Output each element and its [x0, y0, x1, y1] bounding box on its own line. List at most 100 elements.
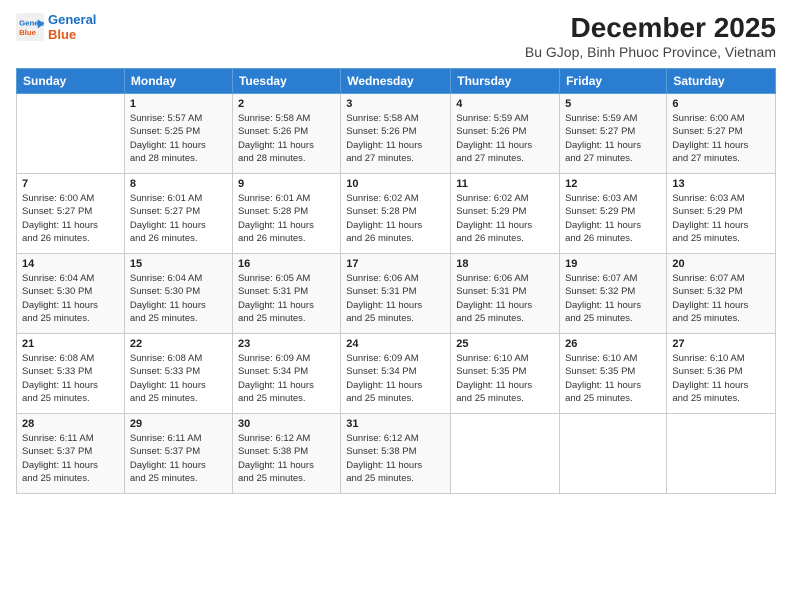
day-number: 12: [565, 178, 661, 190]
day-info: Sunrise: 5:59 AM Sunset: 5:27 PM Dayligh…: [565, 112, 661, 165]
header: General Blue General Blue December 2025 …: [16, 12, 776, 60]
day-info: Sunrise: 6:09 AM Sunset: 5:34 PM Dayligh…: [346, 352, 445, 405]
day-info: Sunrise: 6:04 AM Sunset: 5:30 PM Dayligh…: [22, 272, 119, 325]
calendar-cell: 16 Sunrise: 6:05 AM Sunset: 5:31 PM Dayli…: [232, 254, 340, 334]
calendar-cell: 2Sunrise: 5:58 AM Sunset: 5:26 PM Daylig…: [232, 94, 340, 174]
calendar-cell: 30 Sunrise: 6:12 AM Sunset: 5:38 PM Dayli…: [232, 414, 340, 494]
day-info: Sunrise: 6:12 AM Sunset: 5:38 PM Dayligh…: [238, 432, 335, 485]
calendar-cell: 23Sunrise: 6:09 AM Sunset: 5:34 PM Dayli…: [232, 334, 340, 414]
day-number: 5: [565, 98, 661, 110]
calendar-cell: 24Sunrise: 6:09 AM Sunset: 5:34 PM Dayli…: [341, 334, 451, 414]
calendar-header-tuesday: Tuesday: [232, 69, 340, 94]
day-number: 1: [130, 98, 227, 110]
calendar-cell: 15Sunrise: 6:04 AM Sunset: 5:30 PM Dayli…: [124, 254, 232, 334]
day-number: 7: [22, 178, 119, 190]
day-info: Sunrise: 6:00 AM Sunset: 5:27 PM Dayligh…: [672, 112, 770, 165]
day-number: 15: [130, 258, 227, 270]
day-number: 28: [22, 418, 119, 430]
calendar-cell: [17, 94, 125, 174]
calendar-cell: 8 Sunrise: 6:01 AM Sunset: 5:27 PM Daylig…: [124, 174, 232, 254]
day-number: 8: [130, 178, 227, 190]
day-number: 4: [456, 98, 554, 110]
day-number: 16: [238, 258, 335, 270]
day-info: Sunrise: 6:11 AM Sunset: 5:37 PM Dayligh…: [22, 432, 119, 485]
calendar-cell: 18Sunrise: 6:06 AM Sunset: 5:31 PM Dayli…: [451, 254, 560, 334]
day-number: 21: [22, 338, 119, 350]
calendar-cell: 29 Sunrise: 6:11 AM Sunset: 5:37 PM Dayli…: [124, 414, 232, 494]
calendar-cell: 1 Sunrise: 5:57 AM Sunset: 5:25 PM Daylig…: [124, 94, 232, 174]
calendar-cell: 9 Sunrise: 6:01 AM Sunset: 5:28 PM Daylig…: [232, 174, 340, 254]
calendar-week-2: 7 Sunrise: 6:00 AM Sunset: 5:27 PM Daylig…: [17, 174, 776, 254]
day-number: 31: [346, 418, 445, 430]
day-info: Sunrise: 6:01 AM Sunset: 5:27 PM Dayligh…: [130, 192, 227, 245]
title-block: December 2025 Bu GJop, Binh Phuoc Provin…: [525, 12, 776, 60]
day-number: 3: [346, 98, 445, 110]
calendar: SundayMondayTuesdayWednesdayThursdayFrid…: [16, 68, 776, 494]
day-info: Sunrise: 6:06 AM Sunset: 5:31 PM Dayligh…: [346, 272, 445, 325]
day-info: Sunrise: 6:10 AM Sunset: 5:36 PM Dayligh…: [672, 352, 770, 405]
day-number: 6: [672, 98, 770, 110]
calendar-cell: 31 Sunrise: 6:12 AM Sunset: 5:38 PM Dayli…: [341, 414, 451, 494]
day-info: Sunrise: 6:01 AM Sunset: 5:28 PM Dayligh…: [238, 192, 335, 245]
calendar-header-saturday: Saturday: [667, 69, 776, 94]
calendar-cell: 21 Sunrise: 6:08 AM Sunset: 5:33 PM Dayli…: [17, 334, 125, 414]
day-info: Sunrise: 6:08 AM Sunset: 5:33 PM Dayligh…: [22, 352, 119, 405]
calendar-header-friday: Friday: [560, 69, 667, 94]
calendar-cell: [451, 414, 560, 494]
day-info: Sunrise: 6:06 AM Sunset: 5:31 PM Dayligh…: [456, 272, 554, 325]
day-info: Sunrise: 5:58 AM Sunset: 5:26 PM Dayligh…: [346, 112, 445, 165]
day-info: Sunrise: 6:07 AM Sunset: 5:32 PM Dayligh…: [672, 272, 770, 325]
calendar-week-3: 14 Sunrise: 6:04 AM Sunset: 5:30 PM Dayli…: [17, 254, 776, 334]
day-info: Sunrise: 6:11 AM Sunset: 5:37 PM Dayligh…: [130, 432, 227, 485]
day-info: Sunrise: 5:57 AM Sunset: 5:25 PM Dayligh…: [130, 112, 227, 165]
day-number: 27: [672, 338, 770, 350]
calendar-header-sunday: Sunday: [17, 69, 125, 94]
day-number: 30: [238, 418, 335, 430]
day-info: Sunrise: 6:10 AM Sunset: 5:35 PM Dayligh…: [456, 352, 554, 405]
day-number: 22: [130, 338, 227, 350]
page: General Blue General Blue December 2025 …: [0, 0, 792, 612]
calendar-cell: 10 Sunrise: 6:02 AM Sunset: 5:28 PM Dayli…: [341, 174, 451, 254]
calendar-header-wednesday: Wednesday: [341, 69, 451, 94]
day-info: Sunrise: 6:08 AM Sunset: 5:33 PM Dayligh…: [130, 352, 227, 405]
calendar-week-5: 28 Sunrise: 6:11 AM Sunset: 5:37 PM Dayli…: [17, 414, 776, 494]
day-info: Sunrise: 6:10 AM Sunset: 5:35 PM Dayligh…: [565, 352, 661, 405]
day-number: 2: [238, 98, 335, 110]
day-info: Sunrise: 6:09 AM Sunset: 5:34 PM Dayligh…: [238, 352, 335, 405]
calendar-cell: 19 Sunrise: 6:07 AM Sunset: 5:32 PM Dayli…: [560, 254, 667, 334]
day-info: Sunrise: 6:02 AM Sunset: 5:28 PM Dayligh…: [346, 192, 445, 245]
day-number: 20: [672, 258, 770, 270]
calendar-cell: 13Sunrise: 6:03 AM Sunset: 5:29 PM Dayli…: [667, 174, 776, 254]
day-info: Sunrise: 6:00 AM Sunset: 5:27 PM Dayligh…: [22, 192, 119, 245]
day-info: Sunrise: 6:03 AM Sunset: 5:29 PM Dayligh…: [672, 192, 770, 245]
calendar-cell: 20 Sunrise: 6:07 AM Sunset: 5:32 PM Dayli…: [667, 254, 776, 334]
calendar-cell: 3 Sunrise: 5:58 AM Sunset: 5:26 PM Daylig…: [341, 94, 451, 174]
calendar-cell: 25 Sunrise: 6:10 AM Sunset: 5:35 PM Dayli…: [451, 334, 560, 414]
day-info: Sunrise: 6:05 AM Sunset: 5:31 PM Dayligh…: [238, 272, 335, 325]
calendar-cell: 6 Sunrise: 6:00 AM Sunset: 5:27 PM Daylig…: [667, 94, 776, 174]
day-number: 26: [565, 338, 661, 350]
day-number: 19: [565, 258, 661, 270]
calendar-header-thursday: Thursday: [451, 69, 560, 94]
day-number: 14: [22, 258, 119, 270]
calendar-cell: 27 Sunrise: 6:10 AM Sunset: 5:36 PM Dayli…: [667, 334, 776, 414]
day-number: 9: [238, 178, 335, 190]
calendar-cell: 14 Sunrise: 6:04 AM Sunset: 5:30 PM Dayli…: [17, 254, 125, 334]
calendar-cell: 12Sunrise: 6:03 AM Sunset: 5:29 PM Dayli…: [560, 174, 667, 254]
logo: General Blue General Blue: [16, 12, 96, 42]
calendar-cell: 4Sunrise: 5:59 AM Sunset: 5:26 PM Daylig…: [451, 94, 560, 174]
calendar-cell: 7 Sunrise: 6:00 AM Sunset: 5:27 PM Daylig…: [17, 174, 125, 254]
calendar-cell: 22 Sunrise: 6:08 AM Sunset: 5:33 PM Dayli…: [124, 334, 232, 414]
day-number: 25: [456, 338, 554, 350]
calendar-week-4: 21 Sunrise: 6:08 AM Sunset: 5:33 PM Dayli…: [17, 334, 776, 414]
day-number: 29: [130, 418, 227, 430]
calendar-header-monday: Monday: [124, 69, 232, 94]
svg-text:Blue: Blue: [19, 28, 37, 37]
day-number: 10: [346, 178, 445, 190]
calendar-cell: 28 Sunrise: 6:11 AM Sunset: 5:37 PM Dayli…: [17, 414, 125, 494]
calendar-header-row: SundayMondayTuesdayWednesdayThursdayFrid…: [17, 69, 776, 94]
calendar-cell: [667, 414, 776, 494]
day-info: Sunrise: 6:12 AM Sunset: 5:38 PM Dayligh…: [346, 432, 445, 485]
day-info: Sunrise: 6:07 AM Sunset: 5:32 PM Dayligh…: [565, 272, 661, 325]
calendar-cell: 5 Sunrise: 5:59 AM Sunset: 5:27 PM Daylig…: [560, 94, 667, 174]
